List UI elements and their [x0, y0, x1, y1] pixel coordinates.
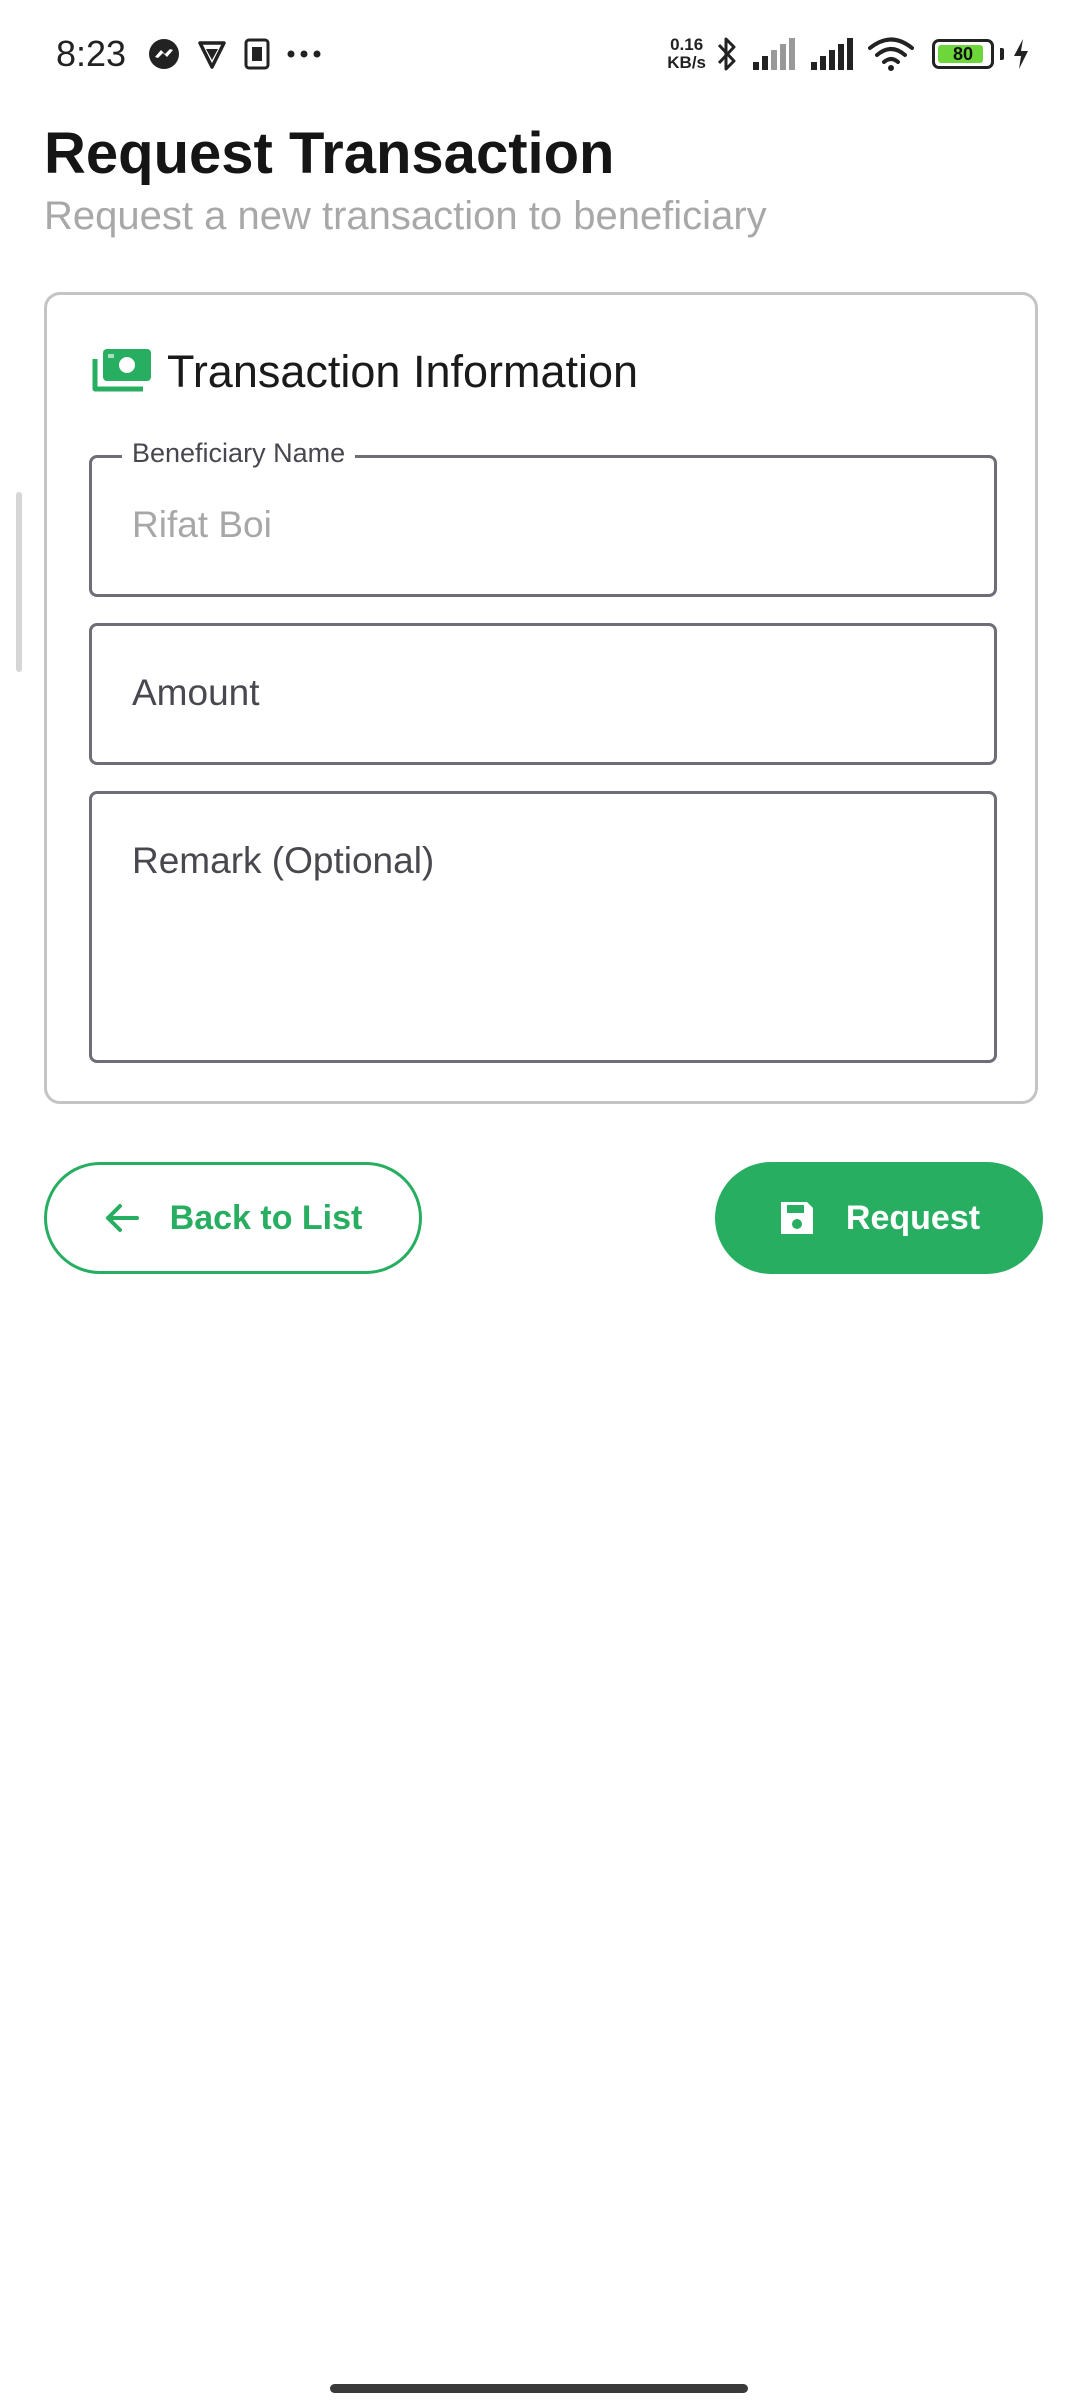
battery-tip: [1000, 48, 1004, 60]
page-subtitle: Request a new transaction to beneficiary: [44, 194, 767, 238]
signal-bars-icon: [810, 38, 854, 70]
battery-icon: 80: [932, 39, 994, 69]
card-title: Transaction Information: [167, 346, 639, 397]
sim-card-icon: [244, 38, 270, 70]
amount-field[interactable]: Amount: [89, 623, 997, 765]
back-to-list-button[interactable]: Back to List: [44, 1162, 422, 1274]
network-speed-value: 0.16: [670, 35, 704, 54]
beneficiary-name-value: Rifat Boi: [132, 504, 272, 545]
request-button[interactable]: Request: [715, 1162, 1043, 1274]
bluetooth-icon: [716, 35, 738, 73]
battery-level: 80: [952, 43, 974, 64]
request-label: Request: [845, 1198, 981, 1237]
amount-placeholder: Amount: [132, 672, 260, 713]
network-speed: 0.16 KB/s: [667, 36, 706, 72]
status-bar: 8:23 0.16 KB/s 80: [0, 0, 1080, 108]
page-title: Request Transaction: [44, 121, 615, 186]
status-bar-left: 8:23: [56, 30, 338, 78]
beneficiary-name-field[interactable]: Beneficiary Name Rifat Boi: [89, 438, 997, 597]
beneficiary-name-label: Beneficiary Name: [122, 438, 356, 469]
home-indicator[interactable]: [330, 2384, 748, 2393]
transaction-information-card: Transaction Information Beneficiary Name…: [44, 292, 1038, 1104]
wifi-icon: [868, 37, 914, 71]
remark-field[interactable]: Remark (Optional): [89, 791, 997, 1063]
scroll-indicator: [16, 492, 22, 672]
network-speed-unit: KB/s: [667, 53, 706, 72]
clock: 8:23: [56, 33, 127, 74]
card-header: Transaction Information: [91, 343, 638, 401]
more-dots-icon: [286, 49, 322, 59]
signal-bars-icon: [752, 38, 796, 70]
save-icon: [778, 1199, 816, 1237]
remark-placeholder: Remark (Optional): [132, 840, 435, 881]
money-icon: [91, 347, 153, 397]
back-to-list-label: Back to List: [169, 1198, 363, 1237]
messenger-icon: [148, 38, 180, 70]
arrow-left-icon: [104, 1202, 140, 1234]
screen: 8:23 0.16 KB/s 80 Request Transaction Re…: [0, 0, 1080, 2400]
status-bar-right: 0.16 KB/s 80: [667, 30, 1030, 78]
vpn-icon: [196, 38, 228, 70]
charging-bolt-icon: [1012, 38, 1030, 70]
